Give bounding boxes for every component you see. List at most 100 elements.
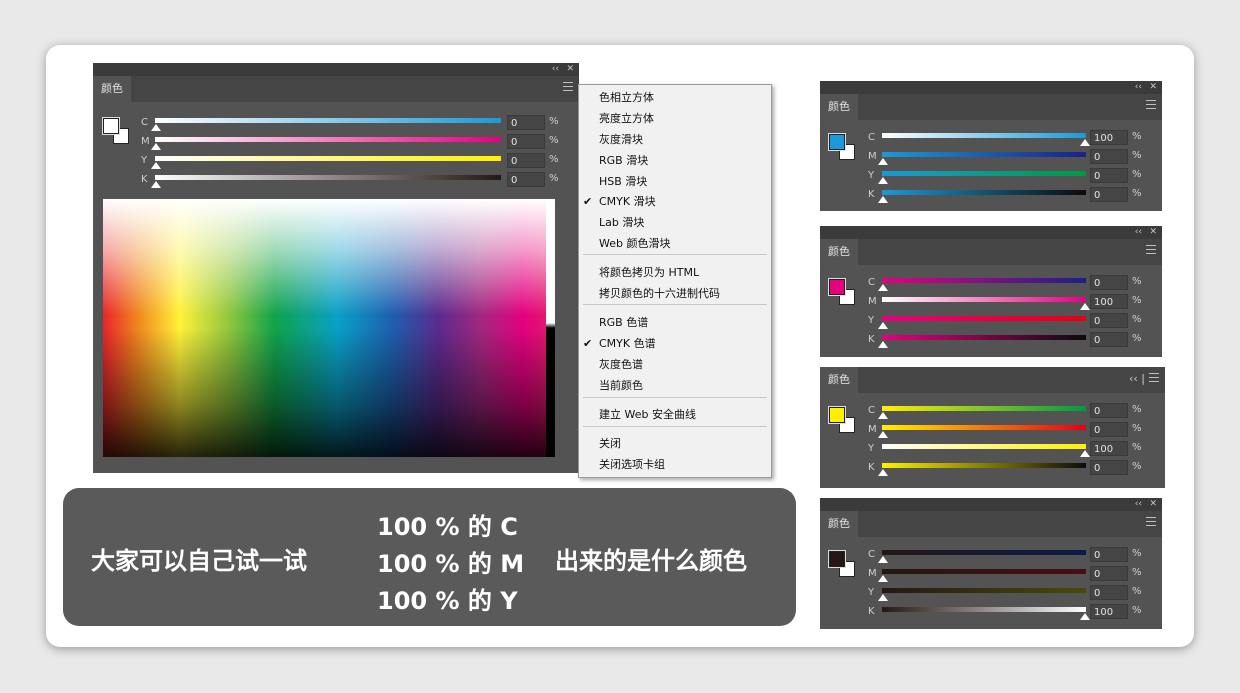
value-field[interactable]: 0 <box>1090 566 1128 581</box>
foreground-color-swatch[interactable] <box>102 117 120 135</box>
foreground-color-swatch[interactable] <box>828 278 846 296</box>
slider-thumb[interactable] <box>151 124 161 131</box>
menu-item-6[interactable]: Lab 滑块 <box>599 214 644 232</box>
slider-track[interactable] <box>882 190 1086 195</box>
menu-item-14[interactable]: 建立 Web 安全曲线 <box>599 406 696 424</box>
value-field[interactable]: 0 <box>507 153 545 168</box>
foreground-color-swatch[interactable] <box>828 406 846 424</box>
slider-thumb[interactable] <box>878 177 888 184</box>
fg-bg-swatch[interactable] <box>828 133 857 162</box>
slider-thumb[interactable] <box>1080 613 1090 620</box>
collapse-icon[interactable]: ‹‹ <box>552 63 559 76</box>
panel-titlebar[interactable]: ‹‹ ✕ <box>820 226 1162 239</box>
value-field[interactable]: 100 <box>1090 604 1128 619</box>
panel-menu-icon[interactable] <box>1149 373 1159 382</box>
fg-bg-swatch[interactable] <box>828 406 857 435</box>
slider-thumb[interactable] <box>151 162 161 169</box>
menu-item-5[interactable]: ✔ CMYK 滑块 <box>583 193 656 211</box>
value-field[interactable]: 100 <box>1090 130 1128 145</box>
slider-track[interactable] <box>155 175 501 180</box>
value-field[interactable]: 0 <box>507 115 545 130</box>
value-field[interactable]: 0 <box>1090 275 1128 290</box>
panel-menu-icon[interactable] <box>1146 245 1156 254</box>
fg-bg-swatch[interactable] <box>102 117 131 146</box>
slider-thumb[interactable] <box>878 196 888 203</box>
slider-thumb[interactable] <box>878 341 888 348</box>
tab-color[interactable]: 颜色 <box>93 76 131 102</box>
slider-thumb[interactable] <box>878 575 888 582</box>
slider-track[interactable] <box>882 569 1086 574</box>
slider-track[interactable] <box>882 406 1086 411</box>
slider-track[interactable] <box>882 425 1086 430</box>
slider-thumb[interactable] <box>878 412 888 419</box>
value-field[interactable]: 0 <box>1090 547 1128 562</box>
value-field[interactable]: 0 <box>1090 149 1128 164</box>
slider-thumb[interactable] <box>878 556 888 563</box>
slider-track[interactable] <box>155 118 501 123</box>
slider-track[interactable] <box>155 156 501 161</box>
slider-track[interactable] <box>882 444 1086 449</box>
slider-track[interactable] <box>882 463 1086 468</box>
slider-track[interactable] <box>882 588 1086 593</box>
slider-track[interactable] <box>882 171 1086 176</box>
slider-thumb[interactable] <box>151 181 161 188</box>
value-field[interactable]: 0 <box>1090 313 1128 328</box>
menu-item-4[interactable]: HSB 滑块 <box>599 173 647 191</box>
panel-titlebar[interactable]: ‹‹ ✕ <box>820 81 1162 94</box>
fg-bg-swatch[interactable] <box>828 278 857 307</box>
value-field[interactable]: 0 <box>1090 460 1128 475</box>
collapse-icon[interactable]: ‹‹ <box>1135 81 1142 94</box>
close-icon[interactable]: ✕ <box>1149 81 1157 94</box>
value-field[interactable]: 0 <box>1090 422 1128 437</box>
value-field[interactable]: 0 <box>1090 403 1128 418</box>
menu-item-7[interactable]: Web 颜色滑块 <box>599 235 670 253</box>
value-field[interactable]: 100 <box>1090 441 1128 456</box>
collapse-icon[interactable]: ‹‹ | <box>1129 372 1145 385</box>
menu-item-2[interactable]: 灰度滑块 <box>599 131 643 149</box>
panel-titlebar[interactable]: ‹‹ ✕ <box>93 63 579 76</box>
menu-item-8[interactable]: 将颜色拷贝为 HTML <box>599 264 699 282</box>
slider-track[interactable] <box>882 335 1086 340</box>
panel-titlebar[interactable]: ‹‹ ✕ <box>820 498 1162 511</box>
value-field[interactable]: 0 <box>1090 585 1128 600</box>
slider-thumb[interactable] <box>1080 139 1090 146</box>
tab-color[interactable]: 颜色 <box>820 367 858 393</box>
slider-thumb[interactable] <box>1080 303 1090 310</box>
value-field[interactable]: 0 <box>507 172 545 187</box>
value-field[interactable]: 0 <box>1090 168 1128 183</box>
slider-track[interactable] <box>882 152 1086 157</box>
slider-track[interactable] <box>882 550 1086 555</box>
slider-track[interactable] <box>882 607 1086 612</box>
tab-color[interactable]: 颜色 <box>820 511 858 537</box>
menu-item-10[interactable]: RGB 色谱 <box>599 314 648 332</box>
slider-thumb[interactable] <box>878 158 888 165</box>
menu-item-13[interactable]: 当前颜色 <box>599 377 643 395</box>
menu-item-3[interactable]: RGB 滑块 <box>599 152 648 170</box>
foreground-color-swatch[interactable] <box>828 133 846 151</box>
menu-item-12[interactable]: 灰度色谱 <box>599 356 643 374</box>
close-icon[interactable]: ✕ <box>566 63 574 76</box>
slider-track[interactable] <box>882 133 1086 138</box>
slider-thumb[interactable] <box>878 469 888 476</box>
slider-thumb[interactable] <box>1080 450 1090 457</box>
fg-bg-swatch[interactable] <box>828 550 857 579</box>
close-icon[interactable]: ✕ <box>1149 226 1157 239</box>
slider-track[interactable] <box>882 316 1086 321</box>
value-field[interactable]: 0 <box>1090 187 1128 202</box>
slider-track[interactable] <box>155 137 501 142</box>
slider-track[interactable] <box>882 278 1086 283</box>
collapse-icon[interactable]: ‹‹ <box>1135 498 1142 511</box>
menu-item-11[interactable]: ✔ CMYK 色谱 <box>583 335 656 353</box>
menu-item-16[interactable]: 关闭选项卡组 <box>599 456 665 474</box>
tab-color[interactable]: 颜色 <box>820 239 858 265</box>
slider-thumb[interactable] <box>878 322 888 329</box>
panel-menu-icon[interactable] <box>1146 517 1156 526</box>
slider-track[interactable] <box>882 297 1086 302</box>
slider-thumb[interactable] <box>878 284 888 291</box>
slider-thumb[interactable] <box>878 594 888 601</box>
slider-thumb[interactable] <box>878 431 888 438</box>
panel-menu-icon[interactable] <box>563 82 573 91</box>
cmyk-spectrum[interactable] <box>103 199 555 457</box>
menu-item-1[interactable]: 亮度立方体 <box>599 110 654 128</box>
menu-item-0[interactable]: 色相立方体 <box>599 89 654 107</box>
